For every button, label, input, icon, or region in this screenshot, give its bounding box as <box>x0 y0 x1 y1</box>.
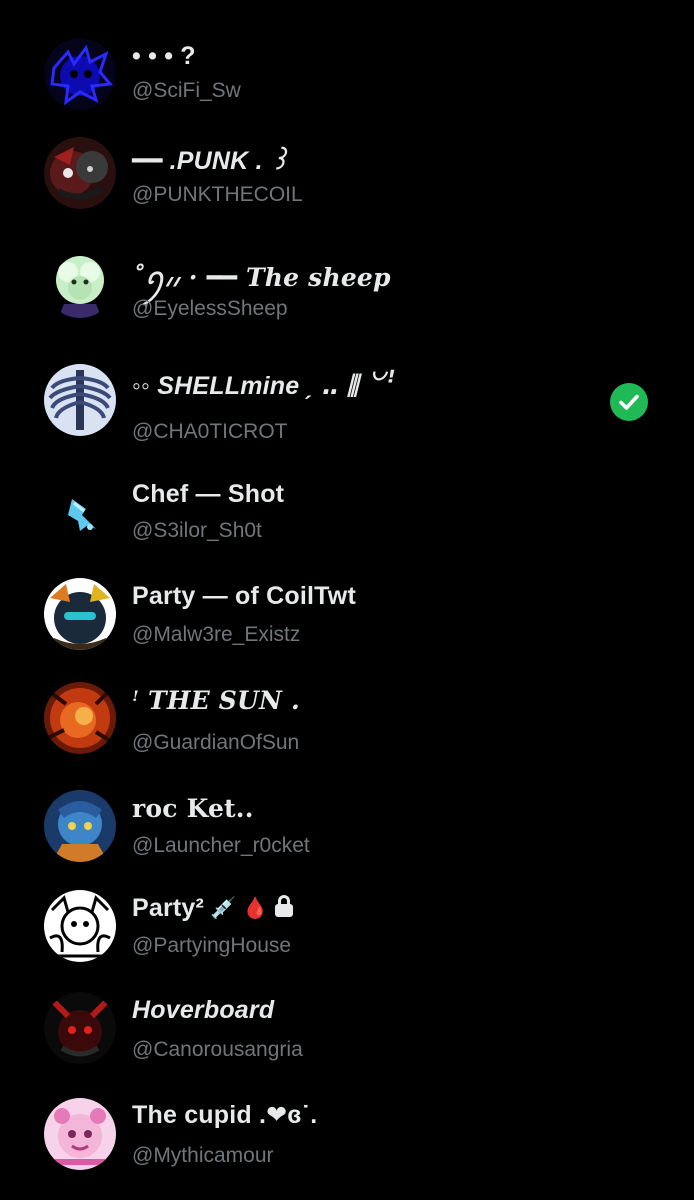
handle: @Malw3re_Existz <box>132 623 301 646</box>
display-name: Party — of CoilTwt <box>132 582 356 610</box>
handle: @PartyingHouse <box>132 934 292 957</box>
avatar[interactable] <box>44 890 116 962</box>
syringe-icon: 💉 <box>210 897 237 921</box>
account-row[interactable]: Party — of CoilTwt @Malw3re_Existz <box>0 568 694 672</box>
account-row[interactable]: ━━ .PUNK . ꒱ @PUNKTHECOIL <box>0 118 694 222</box>
avatar-image <box>44 790 116 862</box>
drop-of-blood-icon: 🩸 <box>242 897 269 921</box>
handle: @PUNKTHECOIL <box>132 183 303 206</box>
lock-icon <box>274 895 293 917</box>
avatar[interactable] <box>44 790 116 862</box>
avatar[interactable] <box>44 1098 116 1170</box>
handle: @Launcher_r0cket <box>132 834 310 857</box>
display-name: ◦◦ SHELLmine ˏ ‥ ⫼ ꒡ꜝ <box>132 372 394 400</box>
handle: @SciFi_Sw <box>132 79 241 102</box>
account-row[interactable]: roc Ket.. @Launcher_r0cket <box>0 776 694 880</box>
handle: @Mythicamour <box>132 1144 274 1167</box>
display-name: Party² 💉 🩸 <box>132 894 293 923</box>
avatar-image <box>44 992 116 1064</box>
account-row[interactable]: Chef — Shot @S3ilor_Sh0t <box>0 466 694 570</box>
avatar[interactable] <box>44 992 116 1064</box>
handle: @EyelessSheep <box>132 297 288 320</box>
handle: @S3ilor_Sh0t <box>132 519 262 542</box>
account-row[interactable]: • • • ? @SciFi_Sw <box>0 18 694 122</box>
avatar-image <box>44 578 116 650</box>
account-row[interactable]: ꜝ THE SUN . @GuardianOfSun <box>0 670 694 774</box>
account-row[interactable]: Hoverboard @Canorousangria <box>0 984 694 1088</box>
avatar-image <box>44 246 116 318</box>
display-name: ꜝ THE SUN . <box>132 686 300 715</box>
avatar-image <box>44 137 116 209</box>
account-row[interactable]: Party² 💉 🩸 @PartyingHouse <box>0 880 694 984</box>
display-name: Chef — Shot <box>132 480 285 508</box>
display-name-text: Party² <box>132 894 205 922</box>
avatar-image <box>44 1098 116 1170</box>
handle: @GuardianOfSun <box>132 731 300 754</box>
display-name: The cupid .❤︎ɞ˙. <box>132 1101 318 1129</box>
display-name: ━━ .PUNK . ꒱ <box>132 147 290 175</box>
avatar-image <box>44 479 116 551</box>
following-list: • • • ? @SciFi_Sw ━━ .PUNK . ꒱ @PUNKTHEC… <box>0 0 694 1200</box>
avatar-image <box>44 890 116 962</box>
account-row[interactable]: The cupid .❤︎ɞ˙. @Mythicamour <box>0 1090 694 1194</box>
avatar-image <box>44 682 116 754</box>
handle: @CHA0TICROT <box>132 420 288 443</box>
display-name: Hoverboard <box>132 996 275 1024</box>
check-icon <box>619 394 639 410</box>
avatar[interactable] <box>44 479 116 551</box>
avatar[interactable] <box>44 578 116 650</box>
avatar[interactable] <box>44 38 116 110</box>
account-row[interactable]: ◦◦ SHELLmine ˏ ‥ ⫼ ꒡ꜝ @CHA0TICROT <box>0 344 694 448</box>
avatar-image <box>44 364 116 436</box>
avatar-image <box>44 38 116 110</box>
account-row[interactable]: ˚ꪆ៸៸ · ━━ The sheep @EyelessSheep <box>0 226 694 330</box>
display-name: • • • ? <box>132 42 196 70</box>
handle: @Canorousangria <box>132 1038 303 1061</box>
avatar[interactable] <box>44 682 116 754</box>
avatar[interactable] <box>44 364 116 436</box>
avatar[interactable] <box>44 246 116 318</box>
display-name: roc Ket.. <box>132 794 254 823</box>
avatar[interactable] <box>44 137 116 209</box>
selected-check-badge <box>610 383 648 421</box>
